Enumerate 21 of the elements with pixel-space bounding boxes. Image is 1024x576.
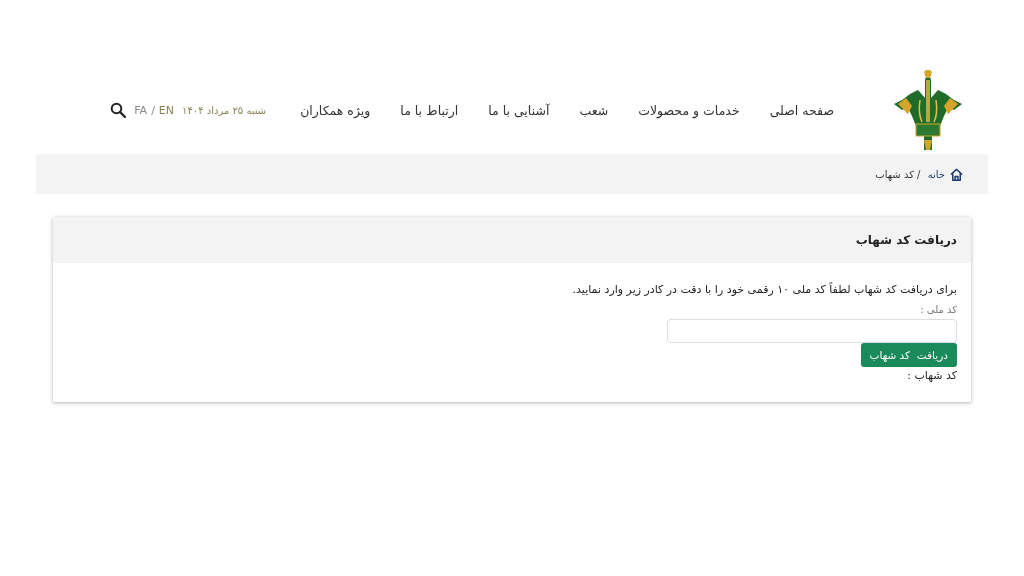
nav-link[interactable]: صفحه اصلی xyxy=(769,102,834,118)
field-label: کد ملی : xyxy=(920,304,957,315)
nav-link[interactable]: ارتباط با ما xyxy=(400,102,459,118)
date-text: شنبه ۲۵ مرداد ۱۴۰۴ xyxy=(182,104,267,116)
nav-link[interactable]: ویژه همکاران xyxy=(300,102,371,118)
search-icon[interactable] xyxy=(110,102,127,118)
instructions-text: برای دریافت کد شهاب لطفاً کد ملی ۱۰ رقمی خود را با دقت در کادر زیر وارد نمایید. xyxy=(572,283,957,296)
logo-icon[interactable] xyxy=(894,70,962,150)
nav-link[interactable]: شعب xyxy=(579,102,609,118)
nav-link[interactable]: خدمات و محصولات xyxy=(638,102,740,118)
result-label: کد شهاب : xyxy=(907,369,957,382)
breadcrumb-link[interactable]: خانه xyxy=(927,168,945,180)
card-title: دریافت کد شهاب xyxy=(855,233,957,247)
national-code-field[interactable] xyxy=(667,319,957,343)
language-option[interactable]: FA xyxy=(134,103,148,117)
home-icon[interactable] xyxy=(949,166,964,182)
submit-button[interactable]: دریافت کد شهاب xyxy=(860,343,957,367)
breadcrumb-current: / کد شهاب xyxy=(875,168,922,180)
separator-text: / xyxy=(151,103,155,117)
language-option[interactable]: EN xyxy=(158,103,175,117)
nav-link[interactable]: آشنایی با ما xyxy=(488,102,550,118)
